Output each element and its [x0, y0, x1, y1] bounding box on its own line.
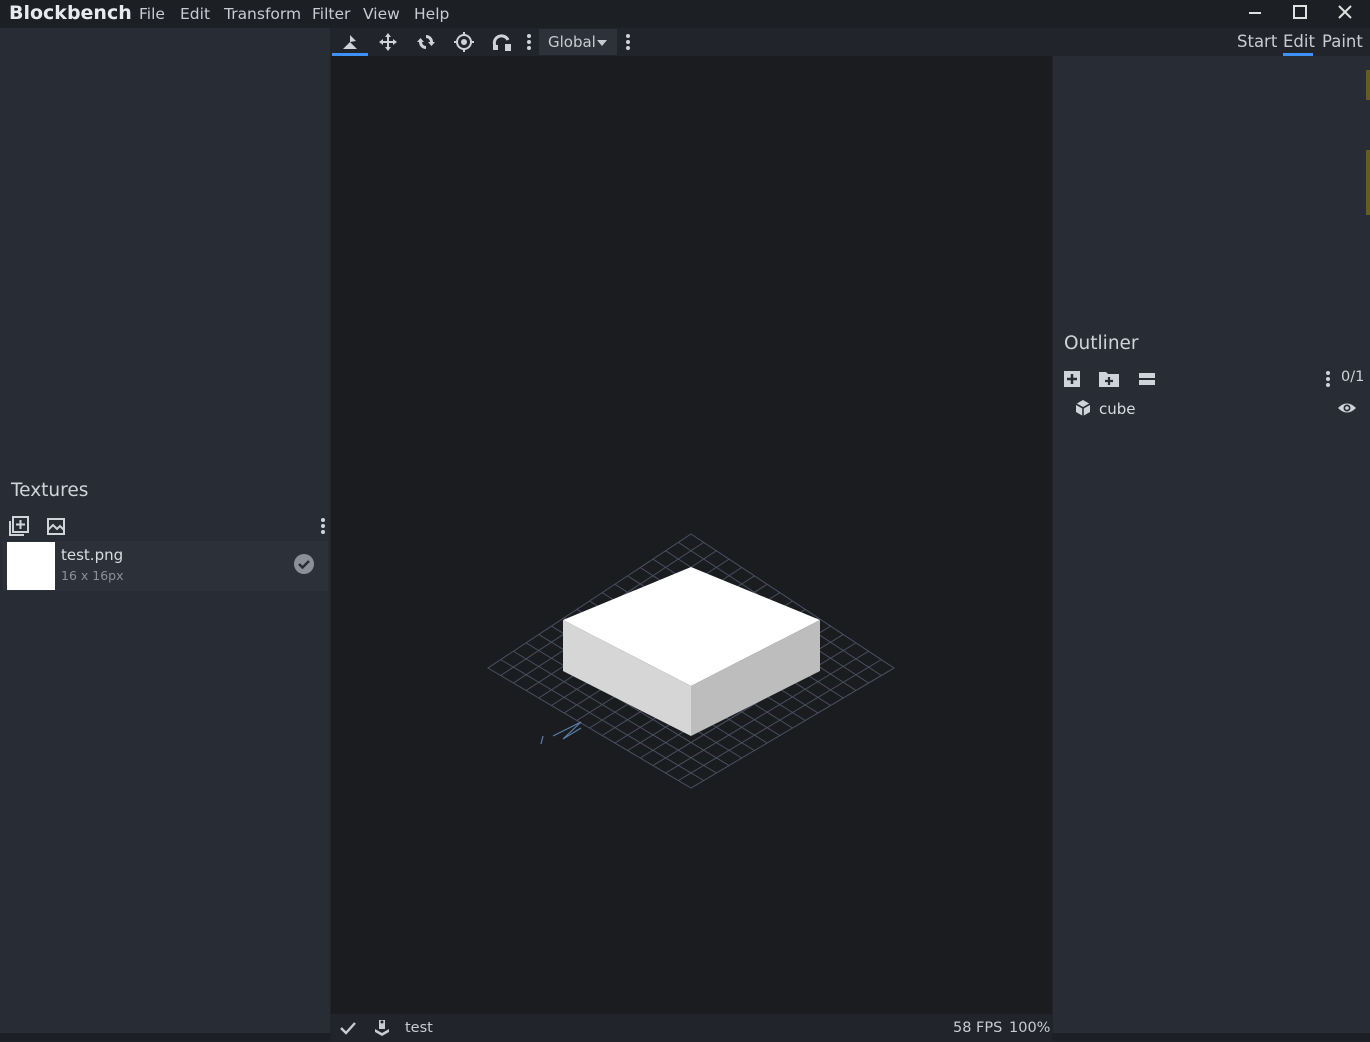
menu-filter[interactable]: Filter	[312, 5, 350, 23]
textures-title: Textures	[11, 480, 89, 501]
tab-edit[interactable]: Edit	[1283, 32, 1315, 51]
scene-render	[487, 533, 895, 789]
pivot-tool-icon[interactable]	[446, 29, 482, 55]
zoom-level: 100%	[1009, 1020, 1051, 1036]
import-texture-icon[interactable]	[8, 516, 30, 536]
texture-thumbnail	[7, 542, 55, 590]
cube-mesh	[563, 567, 820, 736]
menu-help[interactable]: Help	[414, 5, 449, 23]
rotate-tool-icon[interactable]	[408, 29, 444, 55]
active-tab-indicator	[1283, 53, 1313, 56]
outliner-title: Outliner	[1064, 333, 1139, 354]
transform-space-dropdown[interactable]: Global	[539, 29, 617, 55]
status-bar	[331, 1014, 1052, 1041]
edge-marker	[1366, 70, 1370, 100]
saved-check-icon	[339, 1019, 357, 1037]
create-texture-icon[interactable]	[45, 516, 67, 536]
outliner-count: 0/1	[1341, 369, 1365, 385]
close-icon[interactable]	[1333, 4, 1357, 26]
axis-gizmo	[540, 721, 582, 745]
tab-start[interactable]: Start	[1237, 32, 1277, 51]
collapse-all-icon[interactable]	[1136, 369, 1158, 389]
edge-marker	[1366, 150, 1370, 215]
outliner-more-icon[interactable]	[1320, 369, 1336, 389]
fps-counter: 58 FPS	[953, 1020, 1003, 1036]
format-icon[interactable]	[372, 1018, 392, 1038]
chevron-down-icon	[597, 29, 607, 55]
resize-tool-icon[interactable]	[370, 29, 406, 55]
project-name: test	[405, 1020, 433, 1036]
menu-transform[interactable]: Transform	[224, 5, 301, 23]
texture-size: 16 x 16px	[61, 568, 124, 583]
toolbar-more-icon-2[interactable]	[611, 29, 645, 55]
app-title: Blockbench	[9, 2, 132, 24]
minimize-icon[interactable]	[1243, 4, 1267, 26]
menu-view[interactable]: View	[363, 5, 400, 23]
right-sidebar	[1053, 56, 1370, 1033]
menu-edit[interactable]: Edit	[180, 5, 210, 23]
maximize-icon[interactable]	[1288, 4, 1312, 26]
visibility-eye-icon[interactable]	[1337, 399, 1357, 417]
3d-viewport[interactable]	[331, 56, 1052, 1014]
texture-applied-check-icon[interactable]	[293, 553, 315, 575]
cube-icon	[1074, 399, 1092, 417]
menu-file[interactable]: File	[139, 5, 165, 23]
tab-paint[interactable]: Paint	[1322, 32, 1363, 51]
add-cube-icon[interactable]	[1061, 369, 1083, 389]
transform-space-value: Global	[548, 33, 596, 51]
texture-name: test.png	[61, 546, 124, 564]
outliner-item-label: cube	[1099, 400, 1136, 418]
add-group-icon[interactable]	[1098, 369, 1120, 389]
move-tool-icon[interactable]	[332, 29, 368, 55]
textures-more-icon[interactable]	[312, 516, 334, 536]
